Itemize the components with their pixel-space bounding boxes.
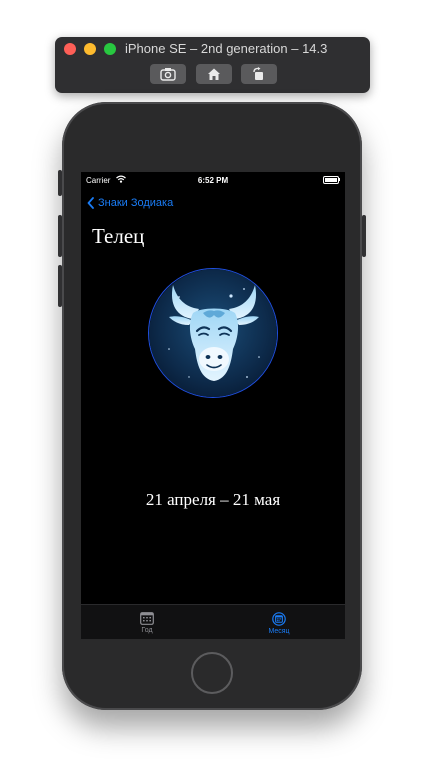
tab-month[interactable]: Месяц <box>213 605 345 639</box>
simulator-title-bar: iPhone SE – 2nd generation – 14.3 <box>55 37 370 93</box>
rotate-button[interactable] <box>241 64 277 84</box>
tab-month-label: Месяц <box>268 628 290 635</box>
taurus-bull-icon <box>149 269 277 397</box>
simulator-stage: iPhone SE – 2nd generation – 14.3 Carrie… <box>0 0 425 784</box>
battery-tip <box>339 178 340 181</box>
back-button-label: Знаки Зодиака <box>98 197 174 209</box>
back-button[interactable]: Знаки Зодиака <box>87 195 173 211</box>
battery-fill <box>325 178 337 182</box>
chevron-left-icon <box>87 197 94 209</box>
simulator-title: iPhone SE – 2nd generation – 14.3 <box>125 41 328 56</box>
tab-bar: Год Месяц <box>81 604 345 639</box>
calendar-circle-icon <box>272 612 286 626</box>
rotate-icon <box>253 67 263 80</box>
status-time: 6:52 PM <box>197 176 229 185</box>
home-button-toolbar[interactable] <box>196 64 232 84</box>
tab-year[interactable]: Год <box>81 605 213 639</box>
device-home-button[interactable] <box>191 652 233 694</box>
close-window-button[interactable] <box>64 43 76 55</box>
minimize-window-button[interactable] <box>84 43 96 55</box>
date-range: 21 апреля – 21 мая <box>145 490 281 509</box>
zoom-window-button[interactable] <box>104 43 116 55</box>
device-screen: Carrier 6:52 PM Знаки Зодиака Телец 21 а… <box>81 172 345 639</box>
home-icon <box>208 68 220 80</box>
page-title: Телец <box>92 224 145 248</box>
screenshot-icon <box>160 68 176 81</box>
status-bar: Carrier 6:52 PM <box>81 172 345 188</box>
power-button <box>362 215 366 257</box>
tab-year-label: Год <box>141 627 153 634</box>
battery-icon <box>323 176 339 184</box>
calendar-grid-icon <box>140 612 154 625</box>
taurus-image <box>148 268 278 398</box>
screenshot-button[interactable] <box>150 64 186 84</box>
